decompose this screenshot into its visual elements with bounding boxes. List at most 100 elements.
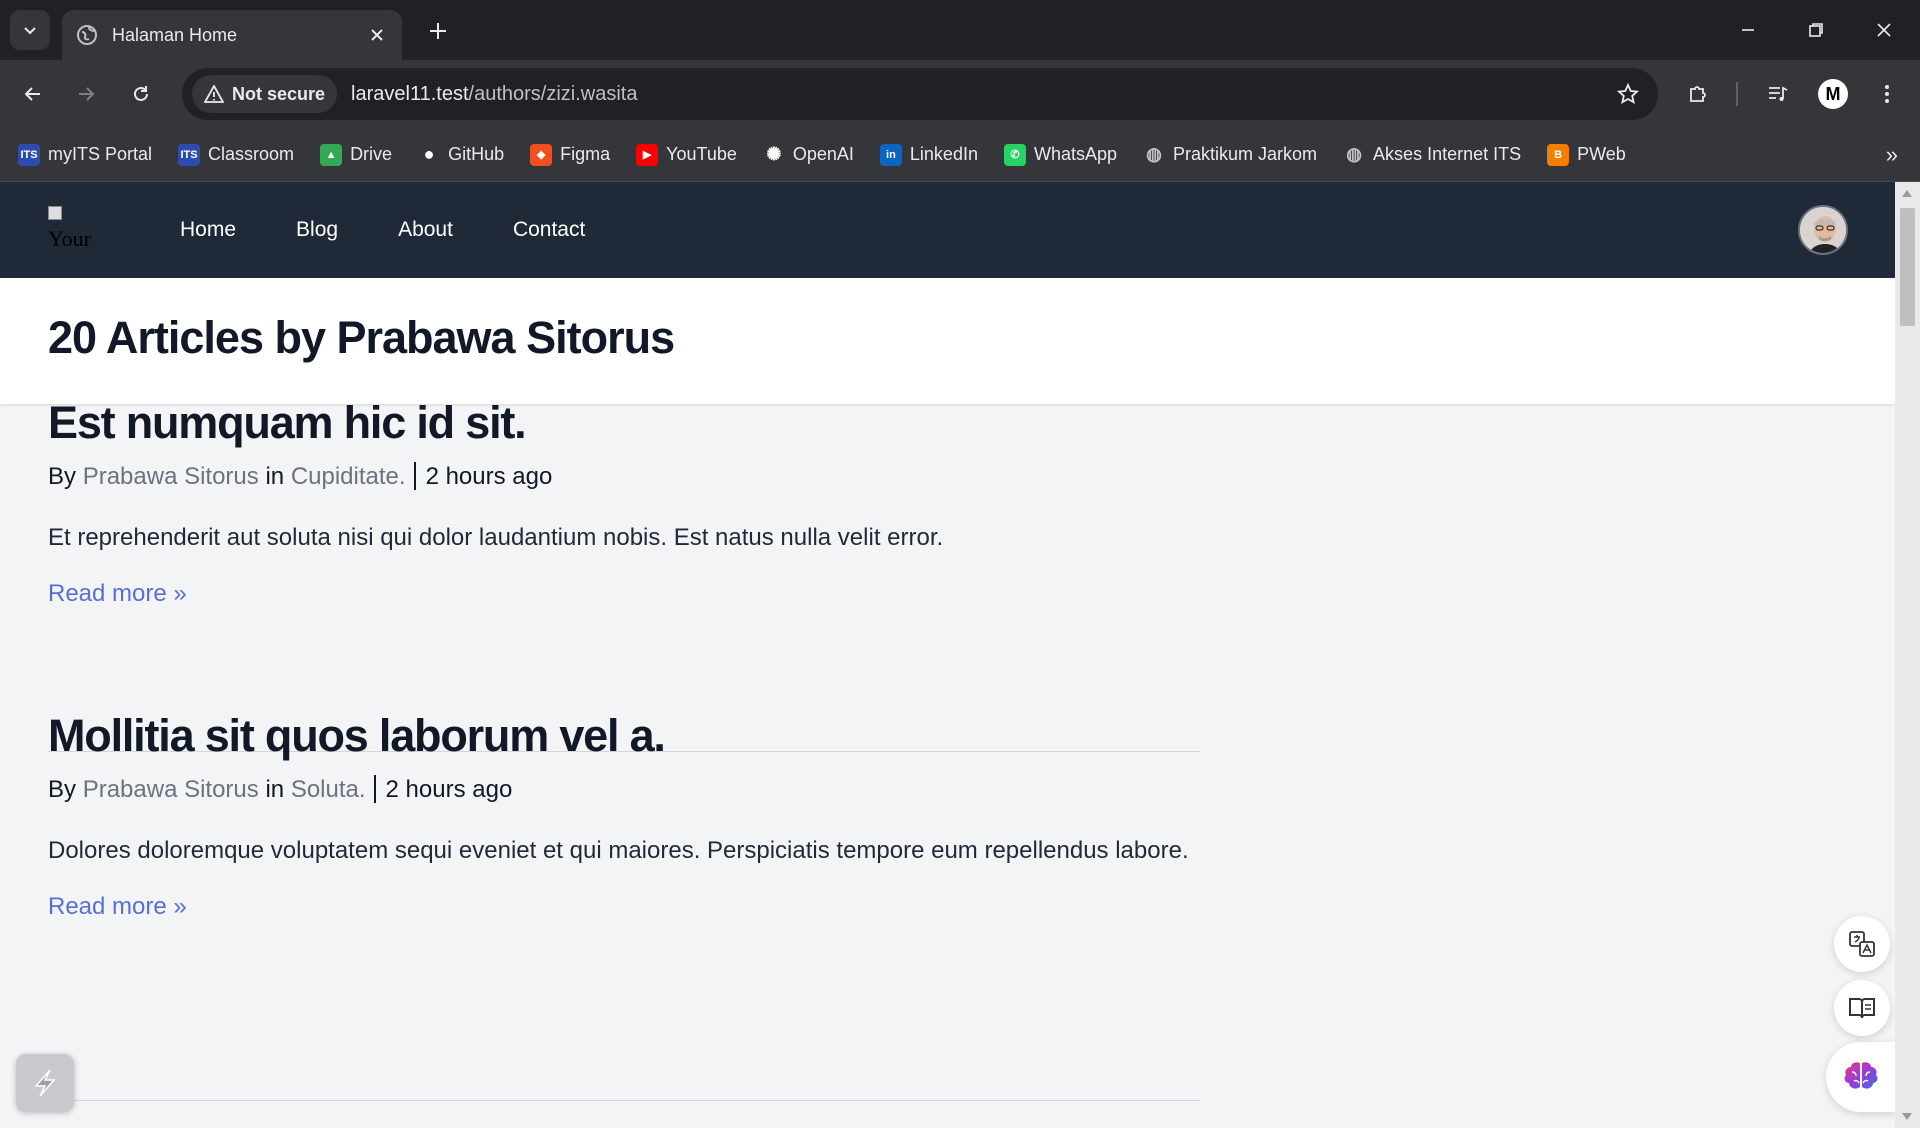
scroll-up-arrow-icon[interactable]	[1902, 190, 1912, 197]
nav-about[interactable]: About	[368, 206, 483, 254]
extensions-button[interactable]	[1678, 74, 1718, 114]
article-card: Mollitia sit quos laborum vel a. By Prab…	[48, 709, 1200, 921]
by-label: By	[48, 463, 77, 490]
star-icon	[1617, 83, 1639, 104]
translate-button[interactable]	[1834, 916, 1890, 972]
article-meta: By Prabawa Sitorus in Soluta. 2 hours ago	[48, 775, 1200, 805]
new-tab-button[interactable]	[418, 14, 458, 48]
ai-assistant-button[interactable]	[1826, 1042, 1895, 1112]
read-more-link[interactable]: Read more »	[48, 893, 187, 921]
security-chip[interactable]: Not secure	[192, 75, 338, 113]
youtube-icon: ▶	[636, 143, 659, 166]
puzzle-icon	[1690, 86, 1706, 102]
bookmark-label: LinkedIn	[909, 144, 978, 164]
tab-close-icon[interactable]	[366, 24, 388, 46]
article-title[interactable]: Est numquam hic id sit.	[48, 396, 1200, 450]
playlist-icon	[1769, 86, 1788, 101]
logo-alt-text: Your	[48, 226, 92, 251]
nav-blog[interactable]: Blog	[266, 206, 368, 254]
bookmark-label: Akses Internet ITS	[1373, 144, 1522, 164]
bookmark-label: Drive	[350, 144, 393, 164]
browser-toolbar: Not secure laravel11.test/authors/zizi.w…	[0, 60, 1920, 128]
openai-icon: ✺	[766, 144, 782, 164]
scroll-down-arrow-icon[interactable]	[1902, 1113, 1912, 1120]
article-meta: By Prabawa Sitorus in Cupiditate. 2 hours…	[48, 462, 1200, 492]
browser-tab[interactable]: Halaman Home	[62, 10, 402, 60]
minimize-button[interactable]	[1720, 8, 1776, 52]
its-icon: ITS	[178, 143, 201, 166]
bookmark-github[interactable]: ● GitHub	[418, 144, 504, 166]
site-navbar: Your Home Blog About Contact	[0, 182, 1895, 278]
tab-strip: Halaman Home	[0, 0, 1920, 60]
bookmark-myits-portal[interactable]: ITS myITS Portal	[18, 143, 152, 166]
bookmark-label: PWeb	[1577, 144, 1626, 164]
url-text[interactable]: laravel11.test/authors/zizi.wasita	[351, 83, 1608, 106]
bookmark-figma[interactable]: ◆ Figma	[530, 143, 611, 166]
broken-image-icon	[48, 206, 62, 220]
reload-button[interactable]	[121, 74, 161, 114]
profile-button[interactable]: M	[1813, 74, 1853, 114]
nav-home[interactable]: Home	[150, 206, 266, 254]
in-label: in	[265, 463, 285, 490]
extension-floating-button[interactable]	[16, 1054, 74, 1112]
minimize-icon	[1742, 29, 1754, 31]
close-icon	[1877, 23, 1891, 37]
scrollbar-thumb[interactable]	[1900, 208, 1915, 326]
tab-search-button[interactable]	[10, 10, 50, 50]
bookmark-star-button[interactable]	[1608, 74, 1648, 114]
bookmark-classroom[interactable]: ITS Classroom	[178, 143, 295, 166]
github-icon: ●	[423, 144, 435, 164]
arrow-left-icon	[24, 87, 40, 101]
category-link[interactable]: Cupiditate.	[291, 463, 406, 490]
page-header: 20 Articles by Prabawa Sitorus	[0, 278, 1895, 404]
reader-mode-button[interactable]	[1834, 980, 1890, 1036]
article-title[interactable]: Mollitia sit quos laborum vel a.	[48, 709, 1200, 763]
article-excerpt: Et reprehenderit aut soluta nisi qui dol…	[48, 524, 944, 551]
reload-icon	[134, 86, 148, 101]
in-label: in	[265, 776, 285, 803]
address-bar[interactable]: Not secure laravel11.test/authors/zizi.w…	[182, 68, 1658, 120]
bookmark-label: Figma	[560, 144, 611, 164]
lightning-icon	[34, 1069, 56, 1097]
bookmark-praktikum-jarkom[interactable]: ◍ Praktikum Jarkom	[1143, 144, 1317, 166]
read-more-link[interactable]: Read more »	[48, 580, 187, 608]
article-time: 2 hours ago	[425, 463, 553, 490]
category-link[interactable]: Soluta.	[291, 776, 366, 803]
bookmark-openai[interactable]: ✺ OpenAI	[763, 144, 854, 166]
browser-chrome: Halaman Home Not secure laravel11.test/a…	[0, 0, 1920, 182]
url-host: laravel11.test	[351, 82, 469, 105]
profile-avatar: M	[1818, 79, 1848, 109]
close-window-button[interactable]	[1856, 8, 1912, 52]
forward-button[interactable]	[66, 74, 106, 114]
linkedin-icon: in	[879, 143, 902, 166]
bookmark-akses-internet-its[interactable]: ◍ Akses Internet ITS	[1343, 144, 1521, 166]
nav-contact[interactable]: Contact	[483, 206, 615, 254]
bookmark-whatsapp[interactable]: ✆ WhatsApp	[1003, 143, 1118, 166]
bookmark-label: WhatsApp	[1033, 144, 1118, 164]
bookmark-pweb[interactable]: B PWeb	[1547, 143, 1626, 166]
figma-icon: ◆	[530, 143, 553, 166]
media-control-button[interactable]	[1758, 74, 1798, 114]
author-link[interactable]: Prabawa Sitorus	[83, 463, 259, 490]
bookmark-linkedin[interactable]: in LinkedIn	[879, 143, 978, 166]
translate-icon	[1849, 931, 1875, 957]
back-button[interactable]	[13, 74, 53, 114]
bookmark-label: YouTube	[666, 144, 737, 164]
toolbar-separator	[1736, 82, 1738, 106]
by-label: By	[48, 776, 77, 803]
more-vert-icon	[1885, 85, 1889, 103]
bookmark-youtube[interactable]: ▶ YouTube	[636, 143, 737, 166]
restore-button[interactable]	[1788, 8, 1844, 52]
bookmarks-overflow-icon[interactable]: »	[1886, 142, 1898, 168]
author-link[interactable]: Prabawa Sitorus	[83, 776, 259, 803]
arrow-right-icon	[79, 87, 95, 101]
browser-menu-button[interactable]	[1867, 74, 1907, 114]
article-excerpt: Dolores doloremque voluptatem sequi even…	[48, 837, 1189, 864]
page-scrollbar[interactable]	[1895, 182, 1920, 1128]
user-avatar[interactable]	[1798, 205, 1848, 255]
bookmark-drive[interactable]: ▲ Drive	[320, 143, 393, 166]
site-logo[interactable]: Your	[48, 206, 100, 254]
warning-icon	[204, 85, 224, 103]
page-title: 20 Articles by Prabawa Sitorus	[48, 312, 675, 363]
bookmark-label: Classroom	[208, 144, 295, 164]
